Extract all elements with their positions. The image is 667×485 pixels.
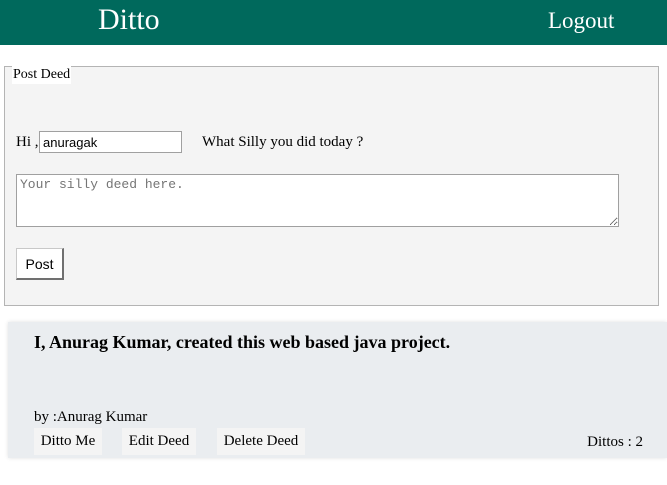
ditto-me-button[interactable]: Ditto Me [34,428,102,455]
edit-deed-button[interactable]: Edit Deed [122,428,196,455]
post-deed-legend: Post Deed [12,66,72,84]
top-bar: Ditto Logout [0,0,667,45]
deed-text: I, Anurag Kumar, created this web based … [34,332,451,352]
brand-logo[interactable]: Ditto [98,3,160,37]
deed-author: by :Anurag Kumar [34,409,148,425]
deed-question-label: What Silly you did today ? [202,134,364,150]
deed-textarea[interactable] [16,174,619,227]
dittos-count: Dittos : 2 [587,434,643,450]
post-button[interactable]: Post [16,248,64,280]
username-input[interactable] [39,131,182,153]
delete-deed-button[interactable]: Delete Deed [217,428,305,455]
logout-link[interactable]: Logout [548,7,614,35]
greeting-label: Hi , [16,134,39,150]
